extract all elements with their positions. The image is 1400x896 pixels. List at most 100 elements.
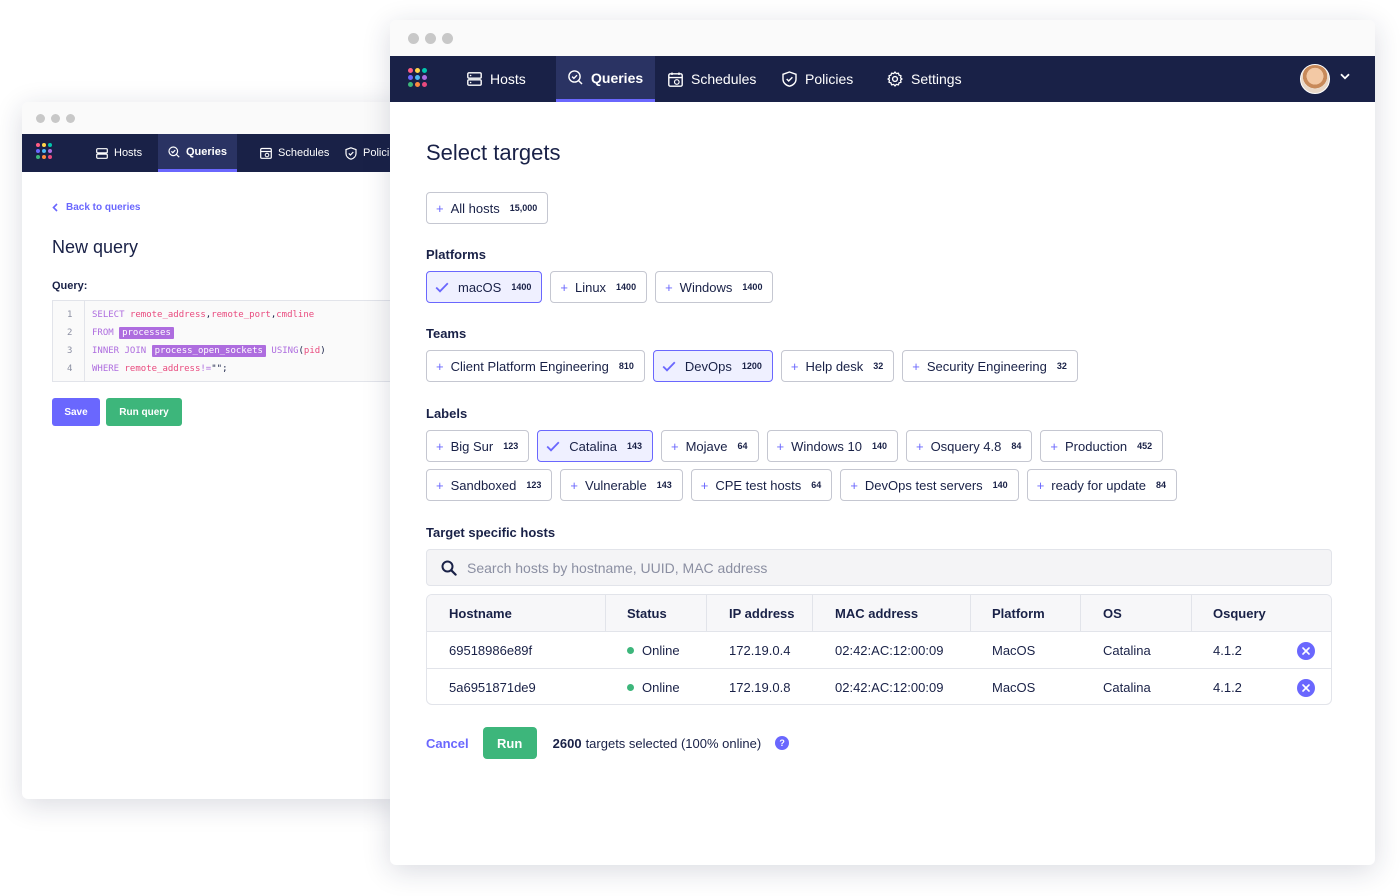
remove-host-button[interactable] — [1297, 679, 1315, 697]
line-number: 4 — [67, 364, 73, 374]
logo-dot — [42, 149, 46, 153]
chip-count: 32 — [873, 361, 884, 371]
target-chip-ready-for-update[interactable]: + ready for update 84 — [1026, 469, 1177, 501]
chip-label: DevOps test servers — [864, 477, 983, 493]
run-button[interactable]: Run — [482, 727, 537, 759]
logo-dot — [36, 155, 40, 159]
checkmark-icon — [662, 361, 676, 372]
cell-text: Catalina — [1103, 642, 1151, 658]
cancel-button[interactable]: Cancel — [426, 736, 469, 751]
cell-status: Online — [627, 669, 680, 704]
logo-dot — [42, 143, 46, 147]
column-header-hostname[interactable]: Hostname — [449, 595, 512, 631]
nav-schedules-label: Schedules — [278, 147, 330, 159]
column-divider — [970, 595, 971, 632]
fleet-logo[interactable] — [36, 143, 52, 159]
target-chip-cpe-test-hosts[interactable]: + CPE test hosts 64 — [690, 469, 833, 501]
search-icon — [441, 560, 457, 576]
cell-mac: 02:42:AC:12:00:09 — [835, 632, 943, 668]
user-avatar[interactable] — [1300, 64, 1330, 94]
nav-settings[interactable]: Settings — [875, 56, 974, 102]
target-chip-windows-10[interactable]: + Windows 10 140 — [766, 430, 898, 462]
nav-hosts[interactable]: Hosts — [84, 134, 154, 172]
line-number: 1 — [67, 310, 73, 320]
table-row[interactable]: 69518986e89f Online 172.19.0.4 02:42:AC:12:… — [427, 632, 1331, 669]
column-header-osquery[interactable]: Osquery — [1213, 595, 1266, 631]
target-chip-catalina[interactable]: Catalina 143 — [537, 430, 653, 462]
window-close-dot[interactable] — [36, 114, 45, 123]
column-header-status[interactable]: Status — [627, 595, 667, 631]
window-close-dot[interactable] — [408, 33, 419, 44]
save-button[interactable]: Save — [52, 398, 100, 426]
nav-hosts[interactable]: Hosts — [453, 56, 540, 102]
select-targets-page: Select targets + All hosts 15,000 Platfo… — [390, 102, 1375, 865]
nav-schedules[interactable]: Schedules — [250, 134, 339, 172]
nav-queries[interactable]: Queries — [556, 56, 656, 102]
window-maximize-dot[interactable] — [66, 114, 75, 123]
online-status-dot — [627, 684, 634, 691]
target-chip-windows[interactable]: + Windows 1400 — [655, 271, 774, 303]
target-chip-osquery-4-8[interactable]: + Osquery 4.8 84 — [905, 430, 1033, 462]
chip-count: 1400 — [511, 282, 532, 292]
select-targets-window: Hosts Queries Schedules Policies Setting… — [390, 20, 1375, 865]
target-chip-linux[interactable]: + Linux 1400 — [550, 271, 648, 303]
column-header-os[interactable]: OS — [1103, 595, 1122, 631]
chip-label: Security Engineering — [926, 358, 1047, 374]
plus-icon: + — [570, 477, 578, 493]
close-icon — [1302, 647, 1310, 655]
nav-queries-label: Queries — [591, 69, 644, 86]
search-input[interactable] — [467, 559, 1267, 576]
plus-icon: + — [436, 438, 444, 454]
target-chip-devops-test-servers[interactable]: + DevOps test servers 140 — [840, 469, 1019, 501]
code-line: FROM processes — [92, 327, 174, 339]
code-line: INNER JOIN process_open_sockets USING(pi… — [92, 345, 326, 357]
nav-queries[interactable]: Queries — [158, 134, 237, 172]
help-icon[interactable]: ? — [775, 736, 790, 750]
window-titlebar — [22, 102, 402, 134]
sql-editor[interactable]: 1 SELECT remote_address,remote_port,cmdli… — [52, 300, 402, 382]
target-chip-all-hosts[interactable]: + All hosts 15,000 — [426, 192, 549, 224]
plus-icon: + — [671, 438, 679, 454]
schedules-icon — [260, 147, 272, 159]
column-header-platform[interactable]: Platform — [992, 595, 1045, 631]
run-query-button[interactable]: Run query — [106, 398, 182, 426]
cell-text: Catalina — [1103, 680, 1151, 695]
logo-dot — [408, 68, 413, 73]
target-chip-mojave[interactable]: + Mojave 64 — [661, 430, 759, 462]
target-chip-client-platform-engineering[interactable]: + Client Platform Engineering 810 — [426, 350, 645, 382]
target-chip-vulnerable[interactable]: + Vulnerable 143 — [560, 469, 683, 501]
target-chip-help-desk[interactable]: + Help desk 32 — [780, 350, 895, 382]
target-chip-big-sur[interactable]: + Big Sur 123 — [426, 430, 530, 462]
chip-count: 810 — [618, 361, 634, 371]
host-search-field[interactable] — [426, 549, 1332, 586]
window-minimize-dot[interactable] — [51, 114, 60, 123]
chip-count: 84 — [1155, 480, 1166, 490]
cell-ip: 172.19.0.8 — [729, 669, 790, 704]
run-footer: Cancel Run 2600 targets selected (100% o… — [426, 727, 790, 759]
target-chip-macos[interactable]: macOS 1400 — [426, 271, 543, 303]
column-header-mac-address[interactable]: MAC address — [835, 595, 918, 631]
line-number: 2 — [67, 328, 73, 338]
chevron-down-icon[interactable] — [1340, 73, 1350, 80]
nav-schedules[interactable]: Schedules — [656, 56, 768, 102]
window-maximize-dot[interactable] — [442, 33, 453, 44]
code-token: USING — [265, 346, 299, 356]
chip-count: 1200 — [741, 361, 762, 371]
online-status-dot — [627, 646, 634, 654]
target-chip-sandboxed[interactable]: + Sandboxed 123 — [426, 469, 553, 501]
column-header-ip-address[interactable]: IP address — [729, 595, 795, 631]
target-chip-security-engineering[interactable]: + Security Engineering 32 — [902, 350, 1078, 382]
fleet-logo[interactable] — [408, 68, 427, 87]
selected-hosts-table: Hostname Status IP address MAC address Platf… — [426, 594, 1332, 705]
target-chip-devops[interactable]: DevOps 1200 — [652, 350, 773, 382]
cell-text: 4.1.2 — [1213, 642, 1242, 658]
nav-policies[interactable]: Policies — [770, 56, 865, 102]
cell-platform: MacOS — [992, 632, 1035, 668]
target-chip-production[interactable]: + Production 452 — [1040, 430, 1164, 462]
cell-mac: 02:42:AC:12:00:09 — [835, 669, 943, 704]
remove-host-button[interactable] — [1297, 642, 1315, 660]
table-row[interactable]: 5a6951871de9 Online 172.19.0.8 02:42:AC:12:… — [427, 669, 1331, 704]
back-to-queries-link[interactable]: Back to queries — [52, 202, 140, 213]
nav-policies[interactable]: Polici — [344, 134, 390, 172]
window-minimize-dot[interactable] — [425, 33, 436, 44]
